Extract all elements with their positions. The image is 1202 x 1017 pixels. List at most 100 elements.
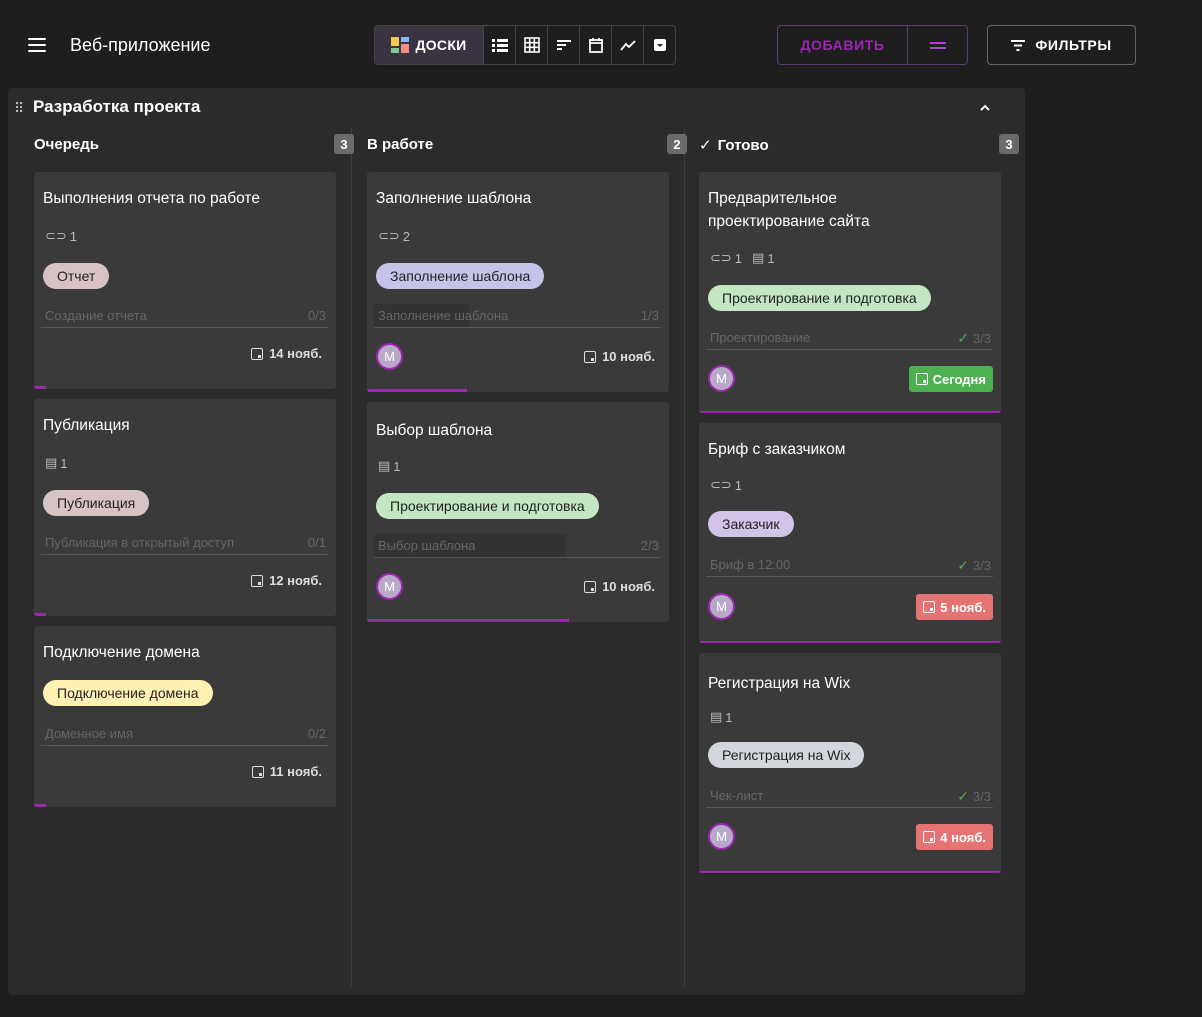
drag-handle-icon[interactable]: ⠿ bbox=[14, 100, 24, 117]
card-title: Подключение домена bbox=[43, 644, 200, 661]
task-card[interactable]: Выполнения отчета по работе ⊂⊃ 1 Отчет Со… bbox=[34, 172, 336, 389]
board-title: Разработка проекта bbox=[33, 97, 201, 116]
task-card[interactable]: Предварительное проектирование сайта ⊂⊃ 1 … bbox=[699, 172, 1001, 413]
view-chart-button[interactable] bbox=[611, 26, 643, 64]
card-meta: ⊂⊃ 2 bbox=[378, 228, 410, 244]
card-bottom-line bbox=[699, 641, 1001, 643]
checklist-name: Заполнение шаблона bbox=[378, 308, 509, 323]
card-tag[interactable]: Проектирование и подготовка bbox=[708, 285, 931, 311]
card-meta: ▤ 1 bbox=[378, 458, 401, 474]
view-boards-label: ДОСКИ bbox=[415, 37, 467, 53]
app-title: Веб-приложение bbox=[70, 35, 211, 55]
card-title: Регистрация на Wix bbox=[708, 675, 851, 692]
task-card[interactable]: Публикация ▤ 1 Публикация Публикация в от… bbox=[34, 399, 336, 616]
comment-count: ▤ 1 bbox=[752, 250, 775, 266]
comment-count: ▤ 1 bbox=[378, 458, 401, 474]
app-toolbar: Веб-приложение ДОСКИ ДОБАВИТЬ ФИЛЬТРЫ bbox=[0, 0, 1202, 92]
checklist-row[interactable]: Заполнение шаблона 1/3 bbox=[374, 304, 661, 328]
archive-icon bbox=[653, 39, 666, 51]
column-title: Очередь bbox=[34, 136, 99, 153]
view-sort-button[interactable] bbox=[547, 26, 579, 64]
view-archive-button[interactable] bbox=[643, 26, 675, 64]
card-tag[interactable]: Отчет bbox=[43, 263, 110, 289]
checklist-row[interactable]: Бриф в 12:00 ✓ 3/3 bbox=[706, 553, 993, 577]
calendar-icon bbox=[251, 347, 264, 360]
paperclip-icon: ⊂⊃ bbox=[710, 477, 732, 492]
card-title: Выбор шаблона bbox=[376, 422, 493, 439]
add-menu-button[interactable] bbox=[907, 26, 967, 64]
card-tag[interactable]: Проектирование и подготовка bbox=[376, 493, 599, 519]
checklist-row[interactable]: Создание отчета 0/3 bbox=[41, 304, 328, 328]
avatar[interactable]: M bbox=[376, 573, 403, 600]
task-card[interactable]: Регистрация на Wix ▤ 1 Регистрация на Wix… bbox=[699, 653, 1001, 873]
view-switcher: ДОСКИ bbox=[374, 25, 676, 65]
due-date[interactable]: 11 нояб. bbox=[251, 764, 322, 779]
column-header: В работе 2 bbox=[367, 126, 687, 162]
due-date[interactable]: 14 нояб. bbox=[251, 346, 322, 361]
checklist-row[interactable]: Проектирование ✓ 3/3 bbox=[706, 326, 993, 350]
task-card[interactable]: Выбор шаблона ▤ 1 Проектирование и подгот… bbox=[367, 402, 669, 622]
view-calendar-button[interactable] bbox=[579, 26, 611, 64]
checklist-row[interactable]: Публикация в открытый доступ 0/1 bbox=[41, 531, 328, 555]
card-meta: ⊂⊃ 1 bbox=[710, 477, 742, 493]
chevron-up-icon[interactable] bbox=[977, 100, 993, 116]
checklist-count: 2/3 bbox=[640, 538, 659, 553]
attachment-count: ⊂⊃ 1 bbox=[710, 477, 743, 493]
avatar[interactable]: M bbox=[376, 343, 403, 370]
card-bottom-line bbox=[699, 411, 1001, 413]
due-date[interactable]: 10 нояб. bbox=[584, 349, 655, 364]
menu-icon[interactable] bbox=[28, 38, 46, 52]
due-date[interactable]: 10 нояб. bbox=[584, 579, 655, 594]
card-tag[interactable]: Заказчик bbox=[708, 511, 794, 537]
check-icon: ✓ bbox=[699, 137, 712, 154]
checklist-row[interactable]: Выбор шаблона 2/3 bbox=[374, 534, 661, 558]
table-icon bbox=[523, 37, 540, 53]
view-boards-button[interactable]: ДОСКИ bbox=[375, 26, 483, 64]
card-tag[interactable]: Заполнение шаблона bbox=[376, 263, 545, 289]
comment-count: ▤ 1 bbox=[45, 455, 68, 471]
due-date[interactable]: 12 нояб. bbox=[251, 573, 322, 588]
filters-button[interactable]: ФИЛЬТРЫ bbox=[987, 25, 1136, 65]
task-card[interactable]: Заполнение шаблона ⊂⊃ 2 Заполнение шаблон… bbox=[367, 172, 669, 392]
due-date-badge[interactable]: Сегодня bbox=[908, 366, 993, 392]
checklist-name: Бриф в 12:00 bbox=[710, 557, 791, 572]
progress-bar bbox=[367, 619, 570, 622]
calendar-icon bbox=[588, 38, 603, 53]
comment-icon: ▤ bbox=[752, 250, 765, 265]
checklist-row[interactable]: Чек-лист ✓ 3/3 bbox=[706, 784, 993, 808]
attachment-count: ⊂⊃ 1 bbox=[710, 250, 743, 266]
checklist-name: Чек-лист bbox=[710, 788, 764, 803]
progress-bar bbox=[367, 389, 467, 392]
card-tag[interactable]: Подключение домена bbox=[43, 680, 213, 706]
column-header: ✓ Готово 3 bbox=[699, 126, 1019, 162]
checklist-count: ✓ 3/3 bbox=[957, 330, 991, 346]
card-tag[interactable]: Публикация bbox=[43, 490, 150, 516]
add-button[interactable]: ДОБАВИТЬ bbox=[778, 26, 907, 64]
view-list-button[interactable] bbox=[483, 26, 515, 64]
paperclip-icon: ⊂⊃ bbox=[378, 228, 400, 243]
view-table-button[interactable] bbox=[515, 26, 547, 64]
due-date-badge[interactable]: 4 нояб. bbox=[916, 824, 993, 850]
checklist-count: 0/1 bbox=[307, 535, 326, 550]
checklist-row[interactable]: Доменное имя 0/2 bbox=[41, 722, 328, 746]
column-header: Очередь 3 bbox=[34, 126, 354, 162]
column-title: В работе bbox=[367, 136, 434, 153]
comment-count: ▤ 1 bbox=[710, 709, 733, 725]
card-meta: ⊂⊃ 1 ▤ 1 bbox=[710, 250, 775, 266]
avatar[interactable]: M bbox=[708, 365, 735, 392]
card-tag[interactable]: Регистрация на Wix bbox=[708, 742, 865, 768]
progress-bar bbox=[34, 613, 47, 616]
calendar-icon bbox=[923, 601, 936, 613]
card-title: Выполнения отчета по работе bbox=[43, 190, 260, 207]
due-date-badge[interactable]: 5 нояб. bbox=[916, 594, 993, 620]
checklist-name: Создание отчета bbox=[45, 308, 147, 323]
checklist-count: ✓ 3/3 bbox=[957, 557, 991, 573]
paperclip-icon: ⊂⊃ bbox=[45, 228, 67, 243]
avatar[interactable]: M bbox=[708, 593, 735, 620]
calendar-icon bbox=[251, 574, 264, 587]
task-card[interactable]: Бриф с заказчиком ⊂⊃ 1 Заказчик Бриф в 12… bbox=[699, 423, 1001, 643]
avatar[interactable]: M bbox=[708, 823, 735, 850]
checklist-count: 0/2 bbox=[307, 726, 326, 741]
chart-icon bbox=[619, 40, 636, 51]
task-card[interactable]: Подключение домена Подключение домена До… bbox=[34, 626, 336, 807]
